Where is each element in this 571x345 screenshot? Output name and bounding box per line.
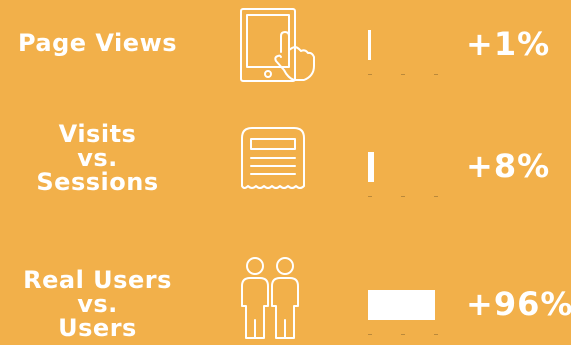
metric-label-line: Page Views — [17, 29, 178, 57]
percent-value: +8% — [466, 147, 551, 185]
axis-tick — [434, 196, 438, 197]
axis-tick — [401, 334, 405, 335]
percent-bar — [368, 30, 371, 60]
metric-label-line: Sessions — [36, 168, 159, 196]
axis-tick — [368, 196, 372, 197]
two-users-icon — [238, 256, 318, 339]
metric-label: Real Users vs. Users — [0, 268, 195, 340]
metric-label-line: vs. — [77, 144, 118, 172]
axis-tick — [401, 196, 405, 197]
axis-tick — [368, 334, 372, 335]
metric-label-line: Users — [58, 314, 137, 342]
tablet-touch-icon — [238, 6, 318, 86]
axis-tick — [434, 74, 438, 75]
metric-label-line: Visits — [58, 120, 137, 148]
axis-tick — [401, 74, 405, 75]
percent-bar — [368, 152, 374, 182]
metric-label-line: vs. — [77, 290, 118, 318]
percent-bar-area — [368, 140, 438, 204]
metric-label: Page Views — [0, 31, 195, 55]
percent-bar-area — [368, 278, 438, 342]
percent-bar — [368, 290, 435, 320]
percent-value: +96% — [466, 285, 571, 323]
receipt-icon — [238, 124, 318, 204]
metric-label: Visits vs. Sessions — [0, 122, 195, 194]
metric-label-line: Real Users — [23, 266, 172, 294]
percent-value: +1% — [466, 25, 551, 63]
axis-tick — [368, 74, 372, 75]
axis-tick — [434, 334, 438, 335]
percent-bar-area — [368, 18, 438, 82]
